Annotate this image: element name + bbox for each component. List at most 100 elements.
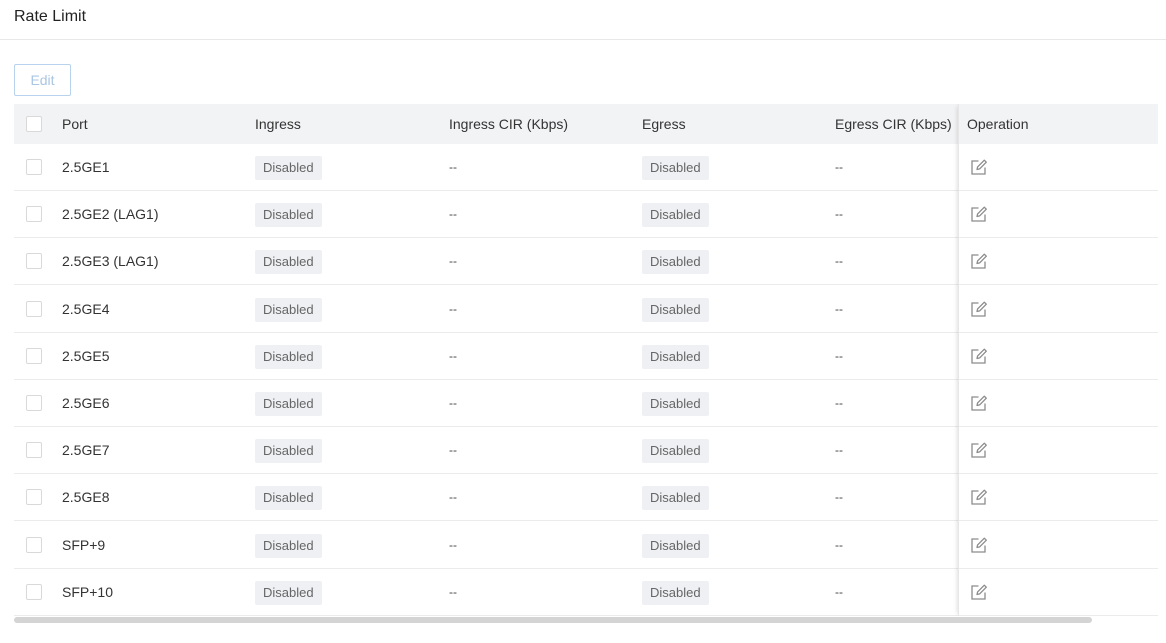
port-cell: 2.5GE2 (LAG1) bbox=[62, 206, 159, 222]
scrollbar-thumb[interactable] bbox=[14, 617, 1092, 623]
row-checkbox[interactable] bbox=[26, 584, 42, 600]
edit-button[interactable]: Edit bbox=[14, 64, 71, 96]
ingress-cir-cell: -- bbox=[449, 302, 457, 316]
port-cell: 2.5GE1 bbox=[62, 159, 110, 175]
row-checkbox[interactable] bbox=[26, 348, 42, 364]
ingress-cir-cell: -- bbox=[449, 490, 457, 504]
table-row: SFP+9 Disabled -- Disabled -- bbox=[14, 522, 1158, 569]
egress-cell: Disabled bbox=[642, 238, 709, 285]
egress-status-badge: Disabled bbox=[642, 392, 709, 417]
page-header: Rate Limit bbox=[0, 0, 1166, 40]
ingress-cell: Disabled bbox=[255, 380, 322, 427]
edit-icon[interactable] bbox=[970, 300, 988, 318]
rate-limit-table: Port Ingress Ingress CIR (Kbps) Egress E… bbox=[14, 104, 1158, 616]
ingress-cir-cell: -- bbox=[449, 585, 457, 599]
row-checkbox[interactable] bbox=[26, 159, 42, 175]
ingress-cir-cell: -- bbox=[449, 254, 457, 268]
egress-status-badge: Disabled bbox=[642, 156, 709, 181]
egress-status-badge: Disabled bbox=[642, 486, 709, 511]
port-cell: 2.5GE8 bbox=[62, 489, 110, 505]
ingress-cell: Disabled bbox=[255, 333, 322, 380]
egress-cir-cell: -- bbox=[835, 538, 843, 552]
egress-cir-cell: -- bbox=[835, 443, 843, 457]
ingress-cell: Disabled bbox=[255, 427, 322, 474]
ingress-cell: Disabled bbox=[255, 286, 322, 333]
egress-cir-cell: -- bbox=[835, 160, 843, 174]
ingress-status-badge: Disabled bbox=[255, 534, 322, 559]
port-cell: SFP+10 bbox=[62, 584, 113, 600]
ingress-cell: Disabled bbox=[255, 522, 322, 569]
ingress-status-badge: Disabled bbox=[255, 392, 322, 417]
ingress-cir-cell: -- bbox=[449, 538, 457, 552]
egress-cell: Disabled bbox=[642, 286, 709, 333]
ingress-cell: Disabled bbox=[255, 474, 322, 521]
egress-cell: Disabled bbox=[642, 380, 709, 427]
ingress-cell: Disabled bbox=[255, 191, 322, 238]
table-row: 2.5GE3 (LAG1) Disabled -- Disabled -- bbox=[14, 238, 1158, 285]
edit-icon[interactable] bbox=[970, 441, 988, 459]
table-row: 2.5GE1 Disabled -- Disabled -- bbox=[14, 144, 1158, 191]
ingress-status-badge: Disabled bbox=[255, 250, 322, 275]
egress-cell: Disabled bbox=[642, 522, 709, 569]
egress-cir-cell: -- bbox=[835, 490, 843, 504]
egress-cell: Disabled bbox=[642, 144, 709, 191]
port-cell: 2.5GE7 bbox=[62, 442, 110, 458]
ingress-status-badge: Disabled bbox=[255, 581, 322, 606]
column-header-operation: Operation bbox=[967, 116, 1029, 132]
egress-cell: Disabled bbox=[642, 474, 709, 521]
row-checkbox[interactable] bbox=[26, 537, 42, 553]
edit-icon[interactable] bbox=[970, 158, 988, 176]
egress-cir-cell: -- bbox=[835, 254, 843, 268]
egress-status-badge: Disabled bbox=[642, 250, 709, 275]
egress-cir-cell: -- bbox=[835, 585, 843, 599]
edit-icon[interactable] bbox=[970, 205, 988, 223]
egress-status-badge: Disabled bbox=[642, 581, 709, 606]
port-cell: SFP+9 bbox=[62, 537, 106, 553]
port-cell: 2.5GE6 bbox=[62, 395, 110, 411]
ingress-cir-cell: -- bbox=[449, 349, 457, 363]
egress-cir-cell: -- bbox=[835, 207, 843, 221]
ingress-status-badge: Disabled bbox=[255, 203, 322, 228]
ingress-cell: Disabled bbox=[255, 569, 322, 616]
edit-icon[interactable] bbox=[970, 583, 988, 601]
egress-status-badge: Disabled bbox=[642, 345, 709, 370]
ingress-status-badge: Disabled bbox=[255, 486, 322, 511]
table-row: 2.5GE4 Disabled -- Disabled -- bbox=[14, 286, 1158, 333]
ingress-cir-cell: -- bbox=[449, 207, 457, 221]
egress-cell: Disabled bbox=[642, 191, 709, 238]
ingress-status-badge: Disabled bbox=[255, 439, 322, 464]
egress-status-badge: Disabled bbox=[642, 203, 709, 228]
port-cell: 2.5GE3 (LAG1) bbox=[62, 253, 159, 269]
egress-status-badge: Disabled bbox=[642, 439, 709, 464]
table-row: 2.5GE5 Disabled -- Disabled -- bbox=[14, 333, 1158, 380]
edit-icon[interactable] bbox=[970, 536, 988, 554]
egress-cell: Disabled bbox=[642, 333, 709, 380]
ingress-cir-cell: -- bbox=[449, 160, 457, 174]
edit-icon[interactable] bbox=[970, 252, 988, 270]
ingress-cir-cell: -- bbox=[449, 443, 457, 457]
ingress-status-badge: Disabled bbox=[255, 345, 322, 370]
row-checkbox[interactable] bbox=[26, 395, 42, 411]
table-row: 2.5GE6 Disabled -- Disabled -- bbox=[14, 380, 1158, 427]
edit-icon[interactable] bbox=[970, 488, 988, 506]
horizontal-scrollbar[interactable] bbox=[14, 617, 1158, 623]
ingress-cell: Disabled bbox=[255, 144, 322, 191]
edit-icon[interactable] bbox=[970, 394, 988, 412]
edit-icon[interactable] bbox=[970, 347, 988, 365]
table-row: SFP+10 Disabled -- Disabled -- bbox=[14, 569, 1158, 616]
column-header-ingress-cir: Ingress CIR (Kbps) bbox=[449, 116, 569, 132]
select-all-checkbox[interactable] bbox=[26, 116, 42, 132]
port-cell: 2.5GE4 bbox=[62, 301, 110, 317]
row-checkbox[interactable] bbox=[26, 442, 42, 458]
column-header-port: Port bbox=[62, 116, 88, 132]
row-checkbox[interactable] bbox=[26, 206, 42, 222]
table-row: 2.5GE2 (LAG1) Disabled -- Disabled -- bbox=[14, 191, 1158, 238]
column-header-egress: Egress bbox=[642, 116, 686, 132]
row-checkbox[interactable] bbox=[26, 301, 42, 317]
row-checkbox[interactable] bbox=[26, 489, 42, 505]
ingress-cell: Disabled bbox=[255, 238, 322, 285]
row-checkbox[interactable] bbox=[26, 253, 42, 269]
port-cell: 2.5GE5 bbox=[62, 348, 110, 364]
egress-status-badge: Disabled bbox=[642, 534, 709, 559]
column-header-ingress: Ingress bbox=[255, 116, 301, 132]
